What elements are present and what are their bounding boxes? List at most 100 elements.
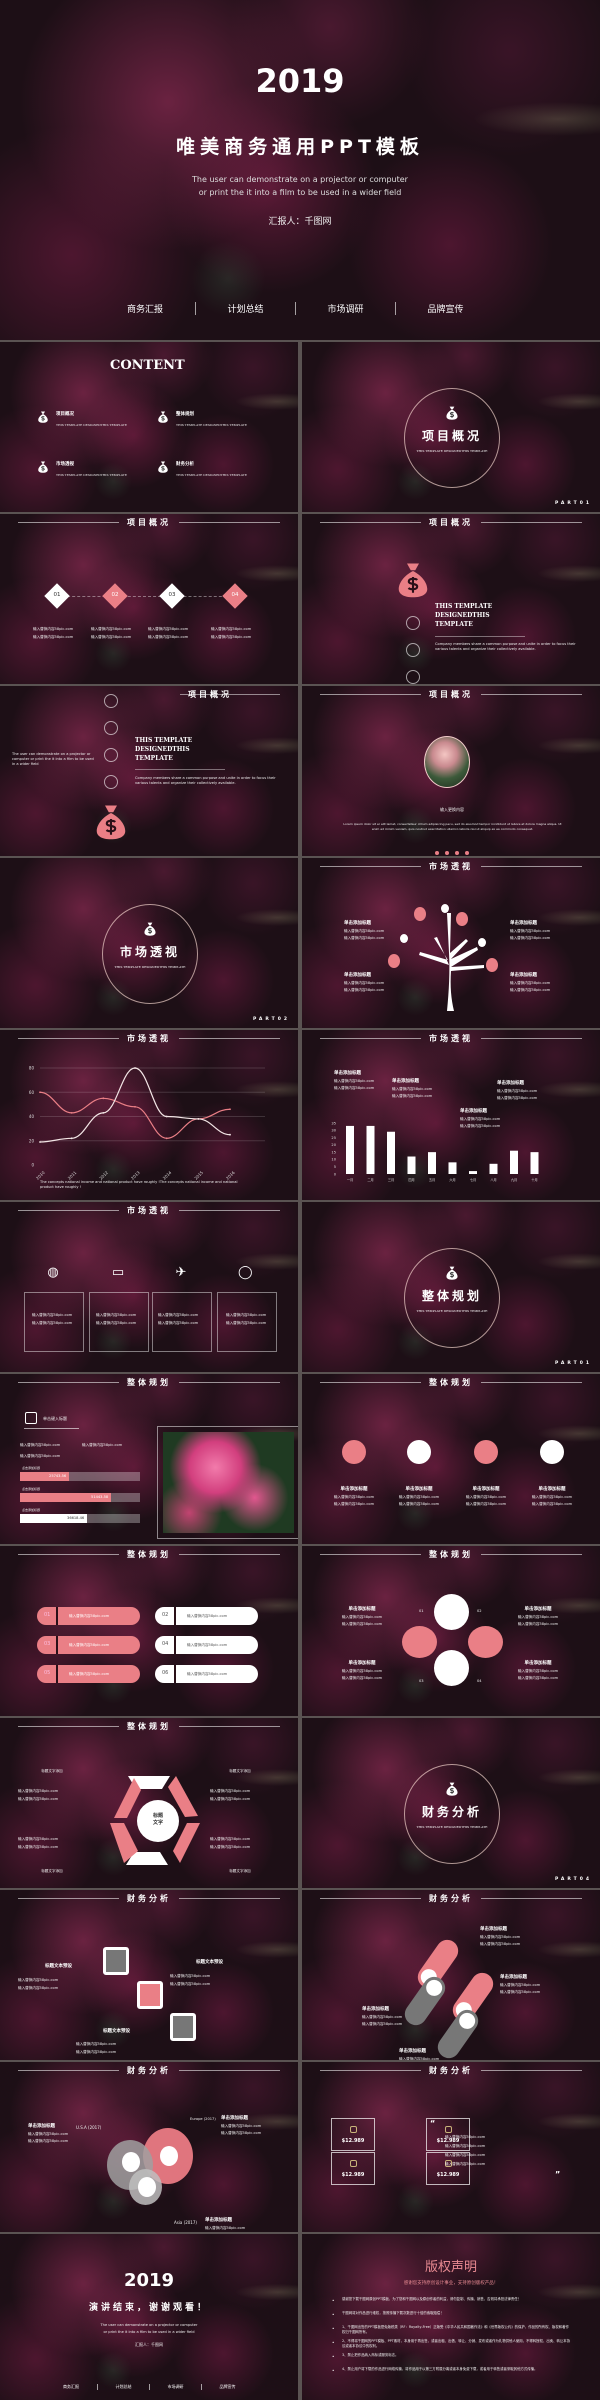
section-title: 整体规划 xyxy=(421,1289,482,1303)
data-point xyxy=(134,1067,136,1069)
end-nav-item[interactable]: 品牌宣传 xyxy=(201,2384,253,2390)
y-tick-label: 35 xyxy=(331,1121,336,1125)
pagination-dot[interactable] xyxy=(435,851,439,855)
slide-title: 整体规划 xyxy=(127,1378,171,1387)
market-tree-slide[interactable]: 市场透视 单击添加标题 输入替换内容58pic.com 输入替换内容58pic.com… xyxy=(302,858,600,1028)
cover-nav-item[interactable]: 计划总结 xyxy=(195,302,295,315)
placeholder-text: 输入替换内容58pic.com xyxy=(69,1672,110,1676)
pagination-dot[interactable] xyxy=(445,851,449,855)
project-detail-slide-2[interactable]: 项目概况 The user can demonstrate on a projec… xyxy=(0,686,298,856)
placeholder-text: 输入替换内容58pic.com xyxy=(445,2153,486,2157)
end-nav-item[interactable]: 商务汇报 xyxy=(45,2384,97,2390)
data-point xyxy=(229,1108,231,1111)
x-tick-label: 一月 xyxy=(347,1178,353,1182)
cart-icon xyxy=(104,748,118,762)
copyright-slide[interactable]: 版权声明 感谢您支持原创设计事业，支持原创版权产品！ • 感谢您下载千图网原创PPT模… xyxy=(302,2234,600,2400)
stat-box[interactable]: $12.989 xyxy=(331,2152,375,2185)
stat-box[interactable]: $12.989 xyxy=(331,2118,375,2151)
finance-stats-slide[interactable]: 财务分析 $12.989 $12.989 $12.989 $12.989 “” 输入替换内容… xyxy=(302,2062,600,2232)
block-label: 标题文本预设 xyxy=(196,1960,223,1965)
section-circle: 项目概况 THIS TEMPLATE DESIGNEDTHIS TEMPLATE xyxy=(404,388,500,488)
placeholder-text: 输入替换内容58pic.com xyxy=(221,2124,262,2128)
numbered-pill[interactable]: 05 输入替换内容58pic.com xyxy=(37,1665,140,1683)
divider xyxy=(179,1726,280,1727)
market-bar-chart-slide[interactable]: 市场透视 0 5 10 15 20 25 30 35 一月 二月 三月 四月 五月 六月 七月 八月 九月 十月 单击… xyxy=(302,1030,600,1200)
planning-hexagon-slide[interactable]: 整体规划 标题文字 标题文字添加 标题文字添加 标题文字添加 标题文字添加 输入替换内容58… xyxy=(0,1718,298,1888)
placeholder-text: 输入替换内容58pic.com xyxy=(362,2015,403,2019)
placeholder-text: 输入替换内容58pic.com xyxy=(28,2132,69,2136)
planning-progress-slide[interactable]: 整体规划 单击键入标题 输入替换内容58pic.com 输入替换内容58pic.com… xyxy=(0,1374,298,1544)
cover-nav-item[interactable]: 商务汇报 xyxy=(95,302,195,315)
market-line-chart-slide[interactable]: 市场透视 0 20 40 60 80 2010 2011 2012 2013 2014 2015 201… xyxy=(0,1030,298,1200)
section-slide-market[interactable]: 市场透视 THIS TEMPLATE DESIGNEDTHIS TEMPLATE P… xyxy=(0,858,298,1028)
pill-divider xyxy=(56,1665,58,1683)
data-point xyxy=(134,1105,136,1108)
petal-shape[interactable] xyxy=(434,1594,469,1630)
planning-icons-slide[interactable]: 整体规划 单击添加标题 输入替换内容58pic.com 输入替换内容58pic.com… xyxy=(302,1374,600,1544)
petal-number: 04 xyxy=(477,1679,482,1683)
placeholder-text: 输入替换内容58pic.com xyxy=(69,1643,110,1647)
section-subtitle: THIS TEMPLATE DESIGNEDTHIS TEMPLATE xyxy=(114,965,186,969)
numbered-pill[interactable]: 01 输入替换内容58pic.com xyxy=(37,1607,140,1625)
pagination-dot[interactable] xyxy=(465,851,469,855)
project-photo-slide[interactable]: 项目概况 输入更换内容 Lorem ipsum dolor sit er elit … xyxy=(302,686,600,856)
planning-petals-slide[interactable]: 整体规划 01 02 03 04 单击添加标题 输入替换内容58pic.com 输入替换内容5… xyxy=(302,1546,600,1716)
petal-shape[interactable] xyxy=(468,1626,503,1658)
item-title: 单击添加标题 xyxy=(472,1487,500,1492)
placeholder-text: 输入替换内容58pic.com xyxy=(500,1990,541,1994)
progress-label: 点击添加标题 xyxy=(22,1487,41,1491)
finance-pills-slide[interactable]: 财务分析 单击添加标题 输入替换内容58pic.com 输入替换内容58pic.com… xyxy=(302,1890,600,2060)
slide-header: 项目概况 xyxy=(320,689,582,700)
item-title: 单击添加标题 xyxy=(405,1487,433,1492)
project-detail-slide[interactable]: 项目概况 THIS TEMPLATE DESIGNEDTHIS TEMPLATE C… xyxy=(302,514,600,684)
pill-number: 02 xyxy=(162,1612,169,1618)
placeholder-text: 输入替换内容58pic.com xyxy=(18,1986,59,1990)
item-title: 单击添加标题 xyxy=(524,1607,552,1612)
content-slide[interactable]: CONTENT 项目概况 THIS TEMPLATE DESIGNEDTHIS TE… xyxy=(0,342,298,512)
cover-nav-item[interactable]: 市场调研 xyxy=(295,302,395,315)
flag-icon xyxy=(350,2160,357,2167)
closing-slide[interactable]: 2019 演讲结束，谢谢观看！ The user can demonstrate o… xyxy=(0,2234,298,2400)
section-slide-project[interactable]: 项目概况 THIS TEMPLATE DESIGNEDTHIS TEMPLATE P… xyxy=(302,342,600,512)
numbered-pill[interactable]: 04 输入替换内容58pic.com xyxy=(155,1636,258,1654)
placeholder-text: 输入替换内容58pic.com xyxy=(33,627,74,631)
divider xyxy=(179,1898,280,1899)
finance-circles-slide[interactable]: 财务分析 U.S.A (2017) Europe (2017) Asia (2017)… xyxy=(0,2062,298,2232)
pagination-dot[interactable] xyxy=(455,851,459,855)
placeholder-text: 输入替换内容58pic.com xyxy=(517,1676,559,1680)
square-block xyxy=(137,1981,163,2009)
section-slide-finance[interactable]: 财务分析 THIS TEMPLATE DESIGNEDTHIS TEMPLATE P… xyxy=(302,1718,600,1888)
copyright-item: 2、不得将千图网的PPT模板、PPT素材，本身用于再出售，或者出租、出借、转让、… xyxy=(342,2339,571,2348)
end-nav-item[interactable]: 市场调研 xyxy=(149,2384,201,2390)
numbered-pill[interactable]: 06 输入替换内容58pic.com xyxy=(155,1665,258,1683)
laptop-icon xyxy=(407,1440,431,1464)
bar xyxy=(407,1156,416,1174)
progress-value: 51443.58 xyxy=(91,1495,109,1499)
cover-slide[interactable]: 2019 唯美商务通用PPT模板 The user can demonstrat… xyxy=(0,0,600,340)
market-boxes-slide[interactable]: 市场透视 ◍ 输入替换内容58pic.com 输入替换内容58pic.com ▭ 输入替换… xyxy=(0,1202,298,1372)
planning-pills-slide[interactable]: 整体规划 01 输入替换内容58pic.com 02 输入替换内容58pic.com 03… xyxy=(0,1546,298,1716)
cover-nav-item[interactable]: 品牌宣传 xyxy=(395,302,495,315)
numbered-pill[interactable]: 03 输入替换内容58pic.com xyxy=(37,1636,140,1654)
section-circle: 市场透视 THIS TEMPLATE DESIGNEDTHIS TEMPLATE xyxy=(102,904,198,1004)
project-steps-slide[interactable]: 项目概况 01 输入替换内容58pic.com 输入替换内容58pic.com 02 输入… xyxy=(0,514,298,684)
placeholder-text: 输入替换内容58pic.com xyxy=(344,929,385,933)
placeholder-text: 输入替换内容58pic.com xyxy=(187,1643,228,1647)
template-preview-sheet: 2019 唯美商务通用PPT模板 The user can demonstrat… xyxy=(0,0,600,2400)
placeholder-text: 输入替换内容58pic.com xyxy=(210,1789,251,1793)
numbered-pill[interactable]: 02 输入替换内容58pic.com xyxy=(155,1607,258,1625)
divider xyxy=(18,1726,119,1727)
petal-shape[interactable] xyxy=(402,1626,437,1658)
bullet-icon: • xyxy=(332,2354,335,2359)
section-slide-planning[interactable]: 整体规划 THIS TEMPLATE DESIGNEDTHIS TEMPLATE P… xyxy=(302,1202,600,1372)
copyright-item: 4、禁止用户将下载的作品进行网络传播，将作品用于以第三方附属分离或者本身免费下载… xyxy=(342,2367,538,2371)
finance-squares-slide[interactable]: 财务分析 标题文本预设 输入替换内容58pic.com 输入替换内容58pic.com… xyxy=(0,1890,298,2060)
placeholder-text: 输入替换内容58pic.com xyxy=(148,627,189,631)
stat-value: $12.989 xyxy=(436,2172,460,2178)
company-description: Company members share a common purpose a… xyxy=(435,642,576,651)
petal-shape[interactable] xyxy=(434,1650,469,1686)
end-nav-item[interactable]: 计划总结 xyxy=(97,2384,149,2390)
petal-number: 03 xyxy=(419,1679,424,1683)
slide-title: 项目概况 xyxy=(429,518,473,527)
line-series xyxy=(39,1067,231,1143)
